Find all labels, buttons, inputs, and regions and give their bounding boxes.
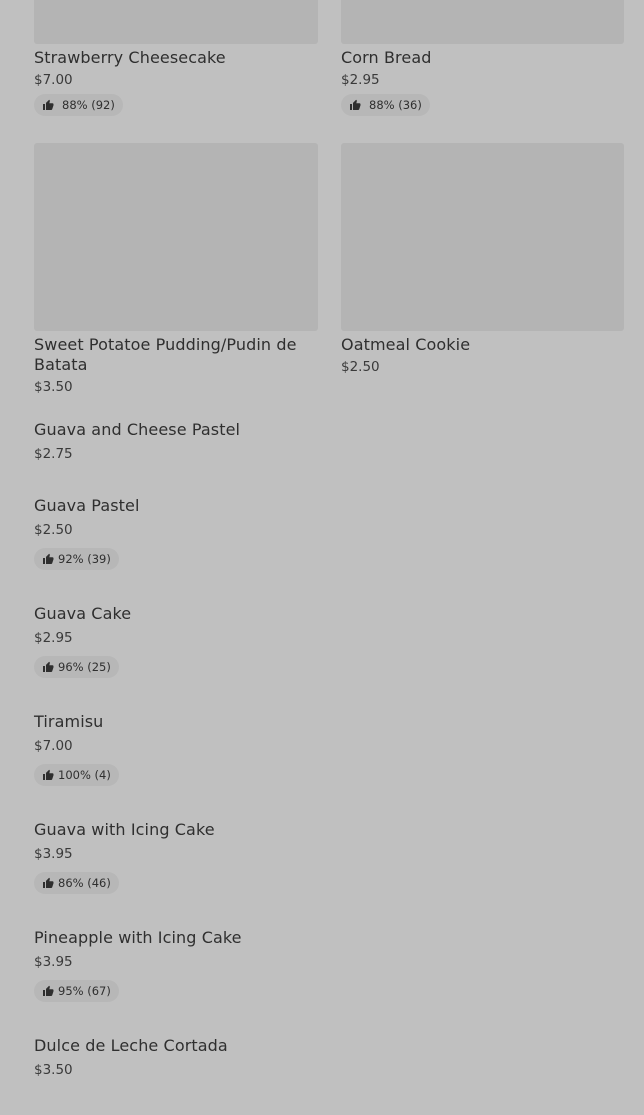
item-image (341, 143, 624, 331)
rating-text: 86% (46) (58, 876, 111, 890)
thumbs-up-icon (43, 99, 54, 110)
menu-list-item[interactable]: Tiramisu $7.00 100% (4) (34, 711, 624, 786)
item-price: $7.00 (34, 738, 73, 754)
rating-text: 96% (25) (58, 660, 111, 674)
rating-badge: 88% (92) (34, 94, 123, 116)
item-price: $2.75 (34, 446, 73, 462)
item-price: $3.95 (34, 846, 73, 862)
item-price: $3.50 (34, 379, 73, 395)
rating-text: 95% (67) (58, 984, 111, 998)
item-name: Dulce de Leche Cortada (34, 1036, 228, 1055)
rating-badge: 92% (39) (34, 548, 119, 570)
item-name: Tiramisu (34, 712, 104, 731)
rating-badge: 95% (67) (34, 980, 119, 1002)
item-price: $7.00 (34, 72, 73, 88)
item-price: $3.95 (34, 954, 73, 970)
item-name: Guava with Icing Cake (34, 820, 215, 839)
item-image (341, 0, 624, 44)
item-price: $2.50 (341, 359, 380, 375)
item-price: $2.50 (34, 522, 73, 538)
menu-list-item[interactable]: Guava and Cheese Pastel $2.75 (34, 419, 624, 463)
menu-list-item[interactable]: Guava with Icing Cake $3.95 86% (46) (34, 819, 624, 894)
item-name: Strawberry Cheesecake (34, 48, 226, 67)
rating-text: 88% (92) (62, 98, 115, 112)
menu-item-card[interactable]: Corn Bread $2.95 88% (36) (341, 0, 624, 116)
item-name: Guava Cake (34, 604, 132, 623)
item-name: Guava and Cheese Pastel (34, 420, 241, 439)
menu-list-item[interactable]: Guava Pastel $2.50 92% (39) (34, 495, 624, 570)
item-image (34, 0, 318, 44)
item-price: $2.95 (341, 72, 380, 88)
rating-badge: 96% (25) (34, 656, 119, 678)
menu-item-card[interactable]: Oatmeal Cookie $2.50 (341, 143, 624, 376)
item-price: $3.50 (34, 1062, 73, 1078)
thumbs-up-icon (43, 985, 54, 996)
thumbs-up-icon (43, 661, 54, 672)
thumbs-up-icon (43, 769, 54, 780)
rating-badge: 86% (46) (34, 872, 119, 894)
menu-list-item[interactable]: Dulce de Leche Cortada $3.50 (34, 1035, 624, 1079)
item-name: Sweet Potatoe Pudding/Pudin de Batata (34, 335, 297, 374)
thumbs-up-icon (43, 553, 54, 564)
thumbs-up-icon (350, 99, 361, 110)
item-name: Guava Pastel (34, 496, 140, 515)
menu-item-card[interactable]: Sweet Potatoe Pudding/Pudin de Batata $3… (34, 143, 318, 396)
rating-text: 88% (36) (369, 98, 422, 112)
menu-page: Strawberry Cheesecake $7.00 88% (92) Cor… (0, 0, 644, 1115)
item-image (34, 143, 318, 331)
rating-badge: 88% (36) (341, 94, 430, 116)
item-name: Oatmeal Cookie (341, 335, 471, 354)
rating-badge: 100% (4) (34, 764, 119, 786)
thumbs-up-icon (43, 877, 54, 888)
item-name: Corn Bread (341, 48, 432, 67)
item-price: $2.95 (34, 630, 73, 646)
item-name: Pineapple with Icing Cake (34, 928, 242, 947)
rating-text: 92% (39) (58, 552, 111, 566)
rating-text: 100% (4) (58, 768, 111, 782)
menu-list-item[interactable]: Pineapple with Icing Cake $3.95 95% (67) (34, 927, 624, 1002)
menu-item-card[interactable]: Strawberry Cheesecake $7.00 88% (92) (34, 0, 318, 116)
menu-list-item[interactable]: Guava Cake $2.95 96% (25) (34, 603, 624, 678)
